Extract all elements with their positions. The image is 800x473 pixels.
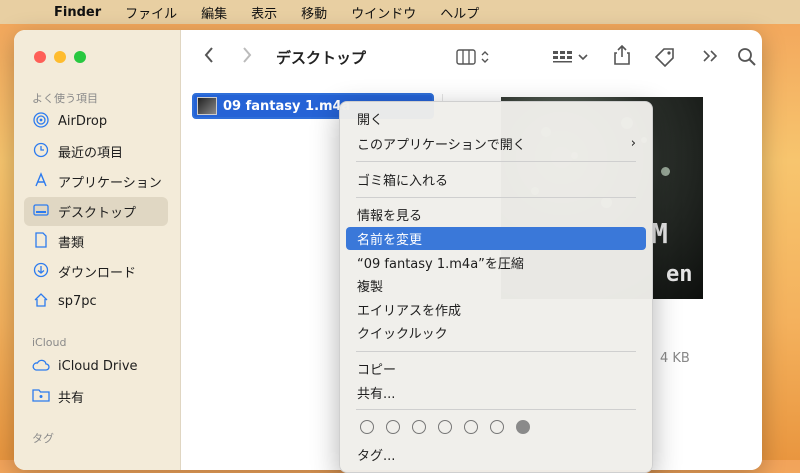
sidebar-item-icloud-drive[interactable]: iCloud Drive — [24, 352, 168, 381]
desktop-icon — [32, 203, 50, 221]
group-by-icon[interactable] — [552, 48, 592, 71]
tag-circle[interactable] — [360, 420, 374, 434]
applications-icon — [32, 171, 50, 192]
zoom-button[interactable] — [74, 51, 86, 63]
sidebar-item-documents[interactable]: 書類 — [24, 227, 168, 256]
sidebar: よく使う項目 AirDrop 最近の項目 アプリケーション デスクトップ 書類 … — [14, 30, 181, 470]
menu-item-open-with[interactable]: このアプリケーションで開く › — [346, 132, 646, 155]
sidebar-item-label: デスクトップ — [58, 206, 137, 221]
back-button[interactable] — [203, 46, 215, 69]
menu-item-quick-look[interactable]: クイックルック — [346, 321, 646, 344]
close-button[interactable] — [34, 51, 46, 63]
airdrop-icon — [32, 111, 50, 132]
menu-file[interactable]: ファイル — [113, 3, 189, 22]
menu-item-move-to-trash[interactable]: ゴミ箱に入れる — [346, 168, 646, 191]
sidebar-item-downloads[interactable]: ダウンロード — [24, 257, 168, 286]
tag-circle[interactable] — [386, 420, 400, 434]
context-menu: 開く このアプリケーションで開く › ゴミ箱に入れる 情報を見る 名前を変更 “0… — [339, 101, 653, 473]
tag-circle[interactable] — [438, 420, 452, 434]
tag-circle[interactable] — [490, 420, 504, 434]
clock-icon — [32, 142, 50, 162]
menu-finder[interactable]: Finder — [42, 5, 113, 20]
minimize-button[interactable] — [54, 51, 66, 63]
tags-heading: タグ — [32, 432, 54, 445]
window-controls — [34, 51, 86, 63]
search-icon[interactable] — [737, 47, 757, 72]
tag-circle[interactable] — [464, 420, 478, 434]
file-name: 09 fantasy 1.m4a — [223, 98, 351, 114]
share-icon[interactable] — [613, 44, 631, 71]
menu-item-tags[interactable]: タグ... — [346, 443, 646, 466]
sidebar-item-applications[interactable]: アプリケーション — [24, 167, 168, 196]
menu-item-open[interactable]: 開く — [346, 107, 646, 130]
menu-help[interactable]: ヘルプ — [428, 3, 491, 22]
sidebar-item-label: アプリケーション — [58, 176, 162, 191]
sidebar-item-home[interactable]: sp7pc — [24, 287, 168, 316]
tag-circle-gray[interactable] — [516, 420, 530, 434]
sidebar-item-label: ダウンロード — [58, 266, 137, 281]
favorites-heading: よく使う項目 — [32, 92, 98, 105]
shared-folder-icon — [32, 388, 50, 406]
sidebar-item-desktop[interactable]: デスクトップ — [24, 197, 168, 226]
document-icon — [32, 231, 50, 252]
menu-view[interactable]: 表示 — [239, 3, 289, 22]
menu-separator — [356, 351, 636, 352]
menu-edit[interactable]: 編集 — [189, 3, 239, 22]
sidebar-item-airdrop[interactable]: AirDrop — [24, 107, 168, 136]
menu-item-compress[interactable]: “09 fantasy 1.m4a”を圧縮 — [346, 251, 646, 274]
view-columns-icon[interactable] — [456, 48, 494, 71]
tag-circle[interactable] — [412, 420, 426, 434]
menu-item-share[interactable]: 共有... — [346, 381, 646, 404]
more-toolbar-icon[interactable] — [701, 47, 719, 70]
icloud-heading: iCloud — [32, 336, 67, 349]
sidebar-item-label: 共有 — [58, 391, 85, 406]
download-icon — [32, 262, 50, 282]
tag-colors — [360, 420, 530, 434]
menu-separator — [356, 197, 636, 198]
sidebar-item-shared[interactable]: 共有 — [24, 382, 168, 411]
sidebar-item-label: 最近の項目 — [58, 146, 124, 161]
toolbar: デスクトップ — [181, 30, 762, 84]
audio-file-icon — [197, 97, 217, 115]
window-title: デスクトップ — [276, 49, 367, 67]
menu-item-get-info[interactable]: 情報を見る — [346, 203, 646, 226]
chevron-right-icon: › — [630, 136, 636, 151]
menu-separator — [356, 161, 636, 162]
forward-button[interactable] — [241, 46, 253, 69]
sidebar-item-label: 書類 — [58, 236, 85, 251]
sidebar-item-recents[interactable]: 最近の項目 — [24, 137, 168, 166]
menu-bar: Finder ファイル 編集 表示 移動 ウインドウ ヘルプ — [0, 0, 800, 24]
menu-window[interactable]: ウインドウ — [339, 3, 428, 22]
preview-size: 4 KB — [660, 351, 690, 366]
cloud-icon — [32, 358, 50, 376]
menu-item-copy[interactable]: コピー — [346, 357, 646, 380]
tag-icon[interactable] — [654, 47, 676, 72]
sidebar-item-label: sp7pc — [58, 294, 97, 309]
menu-item-make-alias[interactable]: エイリアスを作成 — [346, 298, 646, 321]
sidebar-item-label: iCloud Drive — [58, 359, 138, 374]
menu-item-duplicate[interactable]: 複製 — [346, 274, 646, 297]
menu-go[interactable]: 移動 — [289, 3, 339, 22]
menu-item-rename[interactable]: 名前を変更 — [346, 227, 646, 250]
sidebar-item-label: AirDrop — [58, 114, 108, 129]
home-icon — [32, 292, 50, 312]
menu-separator — [356, 409, 636, 410]
